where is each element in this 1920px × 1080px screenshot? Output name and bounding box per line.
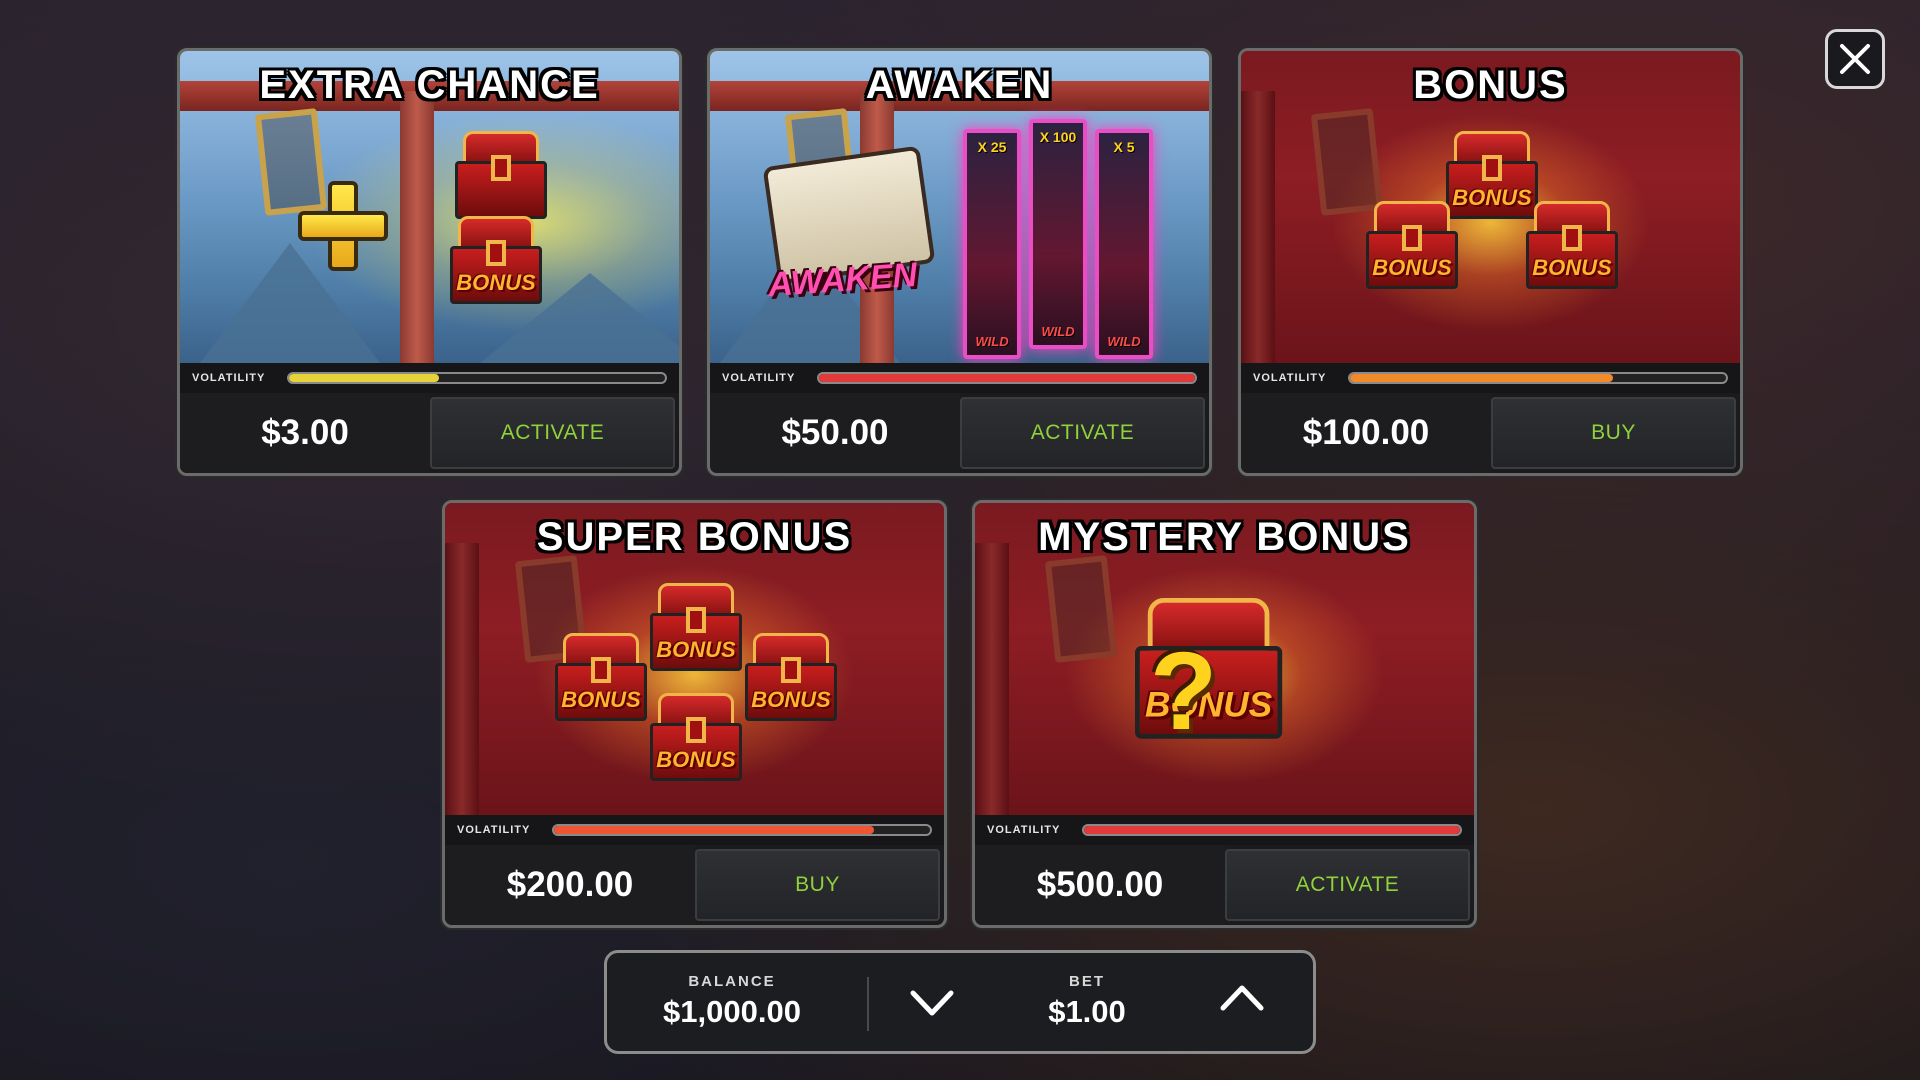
volatility-label: VOLATILITY [987, 824, 1061, 836]
plus-icon [298, 181, 388, 271]
volatility-row: VOLATILITY [445, 815, 944, 845]
volatility-fill [554, 826, 874, 834]
chest-icon: BONUS [1526, 201, 1618, 293]
chest-icon: BONUS [650, 583, 742, 675]
wild-label: WILD [975, 334, 1009, 349]
volatility-row: VOLATILITY [975, 815, 1474, 845]
volatility-fill [289, 374, 440, 382]
chest-icon: BONUS [1366, 201, 1458, 293]
chest-icon: BONUS [555, 633, 647, 725]
bet-panel: BALANCE $1,000.00 BET $1.00 [604, 950, 1316, 1054]
activate-button[interactable]: ACTIVATE [960, 397, 1205, 469]
bet-value: $1.00 [1048, 994, 1126, 1029]
chest-bonus-text: BONUS [456, 270, 536, 295]
chest-icon: BONUS [745, 633, 837, 725]
question-mark-icon: ? [1150, 630, 1218, 753]
card-title: EXTRA CHANCE [259, 63, 600, 107]
card-title: BONUS [1413, 63, 1568, 107]
chevron-down-icon [910, 990, 954, 1016]
chest-bonus-text: BONUS [751, 687, 831, 712]
bet-label: BET [1069, 973, 1105, 990]
volatility-bar [1348, 372, 1728, 384]
increase-bet-button[interactable] [1217, 978, 1267, 1018]
price-label: $3.00 [180, 393, 430, 473]
volatility-label: VOLATILITY [1253, 372, 1327, 384]
balance-label: BALANCE [688, 973, 776, 990]
card-title: MYSTERY BONUS [1038, 515, 1411, 559]
card-extra-chance: BONUS EXTRA CHANCE VOLATILITY $3.00 ACTI… [177, 48, 682, 476]
close-button[interactable] [1825, 29, 1885, 89]
wild-reel: X 100 WILD [1029, 119, 1087, 349]
card-title: AWAKEN [865, 63, 1054, 107]
card-awaken: AWAKEN X 25 WILD X 100 WILD X 5 WILD AWAKEN… [707, 48, 1212, 476]
chest-icon [455, 131, 547, 223]
balance-display: BALANCE $1,000.00 [647, 973, 817, 1030]
price-label: $50.00 [710, 393, 960, 473]
chest-bonus-text: BONUS [561, 687, 641, 712]
volatility-bar [1082, 824, 1462, 836]
bonus-chest-icon: BONUS [450, 216, 542, 308]
balance-value: $1,000.00 [663, 994, 801, 1029]
volatility-label: VOLATILITY [192, 372, 266, 384]
volatility-bar [287, 372, 667, 384]
volatility-label: VOLATILITY [722, 372, 796, 384]
close-icon [1840, 44, 1870, 74]
wild-label: WILD [1041, 324, 1075, 339]
chest-bonus-text: BONUS [656, 747, 736, 772]
volatility-row: VOLATILITY [710, 363, 1209, 393]
wild-multiplier: X 25 [977, 139, 1007, 155]
chest-icon: BONUS [1446, 131, 1538, 223]
card-mystery-bonus: BONUS ? MYSTERY BONUS VOLATILITY $500.00… [972, 500, 1477, 928]
volatility-fill [1350, 374, 1614, 382]
price-label: $200.00 [445, 845, 695, 925]
card-title: SUPER BONUS [536, 515, 853, 559]
volatility-label: VOLATILITY [457, 824, 531, 836]
decrease-bet-button[interactable] [907, 983, 957, 1023]
buy-button[interactable]: BUY [1491, 397, 1736, 469]
wild-label: WILD [1107, 334, 1141, 349]
buy-button[interactable]: BUY [695, 849, 940, 921]
wild-reel: X 5 WILD [1095, 129, 1153, 359]
chest-icon: BONUS [650, 693, 742, 785]
volatility-row: VOLATILITY [1241, 363, 1740, 393]
chest-bonus-text: BONUS [1532, 255, 1612, 280]
wild-reel: X 25 WILD [963, 129, 1021, 359]
chest-bonus-text: BONUS [656, 637, 736, 662]
volatility-fill [1084, 826, 1460, 834]
volatility-row: VOLATILITY [180, 363, 679, 393]
divider [867, 977, 869, 1031]
volatility-bar [817, 372, 1197, 384]
wild-multiplier: X 100 [1039, 129, 1077, 145]
chevron-up-icon [1220, 985, 1264, 1011]
card-bonus: BONUS BONUS BONUS BONUS VOLATILITY $100.… [1238, 48, 1743, 476]
activate-button[interactable]: ACTIVATE [1225, 849, 1470, 921]
activate-button[interactable]: ACTIVATE [430, 397, 675, 469]
card-super-bonus: BONUS BONUS BONUS BONUS SUPER BONUS VOLA… [442, 500, 947, 928]
bet-display: BET $1.00 [1017, 973, 1157, 1030]
volatility-fill [819, 374, 1195, 382]
volatility-bar [552, 824, 932, 836]
wild-multiplier: X 5 [1113, 139, 1135, 155]
price-label: $100.00 [1241, 393, 1491, 473]
price-label: $500.00 [975, 845, 1225, 925]
chest-bonus-text: BONUS [1372, 255, 1452, 280]
